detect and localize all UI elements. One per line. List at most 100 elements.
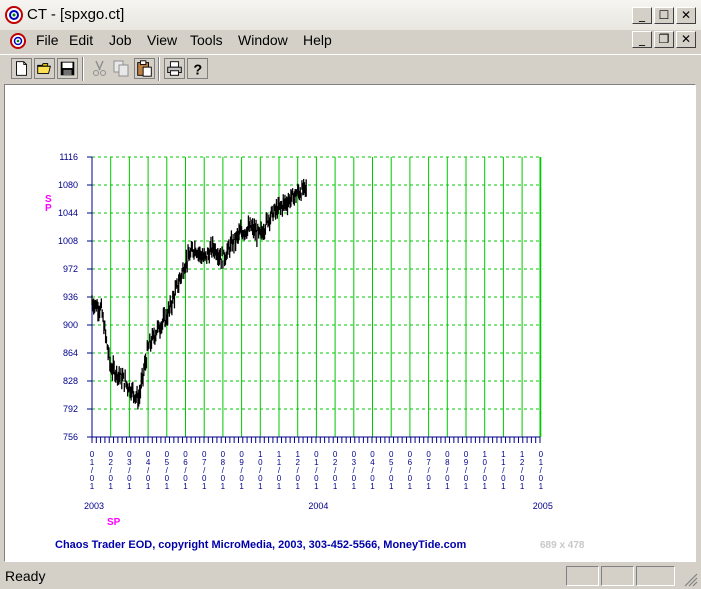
x-tick-label: 07/01: [426, 450, 431, 491]
x-tick-label: 03/01: [352, 450, 357, 491]
x-tick-label: 10/01: [482, 450, 487, 491]
svg-text:1: 1: [295, 482, 300, 491]
svg-text:1: 1: [127, 482, 132, 491]
new-icon[interactable]: [11, 58, 32, 79]
status-text: Ready: [5, 568, 46, 584]
save-icon[interactable]: [57, 58, 78, 79]
year-label: 2003: [84, 501, 104, 511]
application-window: CT - [spxgo.ct] _ ☐ ✕ File Edit Job View…: [0, 0, 701, 589]
status-pane: [566, 566, 599, 586]
svg-text:1: 1: [146, 482, 151, 491]
svg-text:1: 1: [90, 482, 95, 491]
x-tick-label: 02/01: [108, 450, 113, 491]
menu-window[interactable]: Window: [238, 32, 288, 48]
svg-text:1: 1: [370, 482, 375, 491]
y-tick-label: 1044: [58, 208, 78, 218]
x-tick-label: 12/01: [520, 450, 525, 491]
svg-text:1: 1: [277, 482, 282, 491]
x-tick-label: 01/01: [539, 450, 544, 491]
window-title: CT - [spxgo.ct]: [27, 6, 125, 23]
y-tick-label: 1080: [58, 180, 78, 190]
close-button[interactable]: ✕: [676, 7, 696, 24]
status-pane: [636, 566, 675, 586]
x-tick-label: 08/01: [221, 450, 226, 491]
title-bar[interactable]: CT - [spxgo.ct] _ ☐ ✕: [0, 0, 701, 31]
x-tick-label: 04/01: [370, 450, 375, 491]
svg-text:1: 1: [239, 482, 244, 491]
resize-grip-icon[interactable]: [682, 571, 698, 587]
status-bar: Ready: [0, 565, 701, 589]
menu-help[interactable]: Help: [303, 32, 332, 48]
svg-text:1: 1: [183, 482, 188, 491]
copy-icon[interactable]: [111, 58, 132, 79]
menu-tools[interactable]: Tools: [190, 32, 223, 48]
year-label: 2005: [533, 501, 553, 511]
x-tick-label: 06/01: [408, 450, 413, 491]
x-tick-label: 04/01: [146, 450, 151, 491]
svg-text:?: ?: [193, 62, 202, 78]
year-label: 2004: [308, 501, 328, 511]
dimensions-label: 689 x 478: [540, 540, 585, 551]
document-icon[interactable]: [8, 31, 28, 51]
svg-text:1: 1: [520, 482, 525, 491]
maximize-button[interactable]: ☐: [654, 7, 674, 24]
x-tick-label: 12/01: [295, 450, 300, 491]
y-axis-ticks: 756 792 828 864 900 936 972 1008 1044 1080 1116: [58, 152, 93, 442]
y-tick-label: 1116: [59, 152, 78, 162]
y-tick-label: 864: [63, 348, 78, 358]
x-tick-label: 11/01: [277, 450, 282, 491]
copyright-text: Chaos Trader EOD, copyright MicroMedia, …: [55, 539, 467, 551]
toolbar: ?: [0, 54, 701, 83]
x-tick-label: 10/01: [258, 450, 263, 491]
doc-close-button[interactable]: ✕: [676, 31, 696, 48]
svg-text:1: 1: [221, 482, 226, 491]
x-tick-label: 05/01: [165, 450, 170, 491]
paste-icon[interactable]: [134, 58, 155, 79]
symbol-label-vertical: P: [45, 203, 52, 214]
print-icon[interactable]: [164, 58, 185, 79]
x-tick-label: 01/01: [90, 450, 95, 491]
svg-text:1: 1: [165, 482, 170, 491]
chart-document[interactable]: 756 792 828 864 900 936 972 1008 1044 1080 1116 01…: [4, 84, 696, 562]
price-bars: [91, 178, 307, 410]
svg-text:1: 1: [426, 482, 431, 491]
x-tick-label: 06/01: [183, 450, 188, 491]
y-tick-label: 828: [63, 376, 78, 386]
x-axis: 01/01 02/01 03/01 04/01 05/01 06/01 07/01 08/01…: [90, 436, 544, 491]
x-tick-label: 08/01: [445, 450, 450, 491]
menu-edit[interactable]: Edit: [69, 32, 93, 48]
app-icon[interactable]: [4, 5, 24, 25]
cut-icon[interactable]: [89, 58, 110, 79]
toolbar-separator: [82, 57, 84, 81]
menu-bar: File Edit Job View Tools Window Help _ ❐…: [0, 30, 701, 52]
help-icon[interactable]: ?: [187, 58, 208, 79]
svg-text:1: 1: [389, 482, 394, 491]
svg-text:1: 1: [333, 482, 338, 491]
svg-text:1: 1: [202, 482, 207, 491]
menu-file[interactable]: File: [36, 32, 59, 48]
svg-text:1: 1: [408, 482, 413, 491]
menu-job[interactable]: Job: [109, 32, 132, 48]
toolbar-separator: [158, 57, 160, 81]
svg-text:1: 1: [445, 482, 450, 491]
y-tick-label: 972: [63, 264, 78, 274]
x-tick-label: 05/01: [389, 450, 394, 491]
svg-text:1: 1: [501, 482, 506, 491]
y-tick-label: 756: [63, 432, 78, 442]
doc-minimize-button[interactable]: _: [632, 31, 652, 48]
svg-text:1: 1: [258, 482, 263, 491]
svg-text:1: 1: [482, 482, 487, 491]
chart-grid: [91, 156, 542, 437]
x-tick-label: 11/01: [501, 450, 506, 491]
doc-restore-button[interactable]: ❐: [654, 31, 674, 48]
open-icon[interactable]: [34, 58, 55, 79]
svg-text:1: 1: [464, 482, 469, 491]
x-tick-label: 03/01: [127, 450, 132, 491]
price-chart[interactable]: 756 792 828 864 900 936 972 1008 1044 1080 1116 01…: [5, 85, 695, 561]
y-tick-label: 792: [63, 404, 78, 414]
x-tick-label: 07/01: [202, 450, 207, 491]
x-tick-label: 09/01: [239, 450, 244, 491]
menu-view[interactable]: View: [147, 32, 177, 48]
minimize-button[interactable]: _: [632, 7, 652, 24]
status-pane: [601, 566, 634, 586]
